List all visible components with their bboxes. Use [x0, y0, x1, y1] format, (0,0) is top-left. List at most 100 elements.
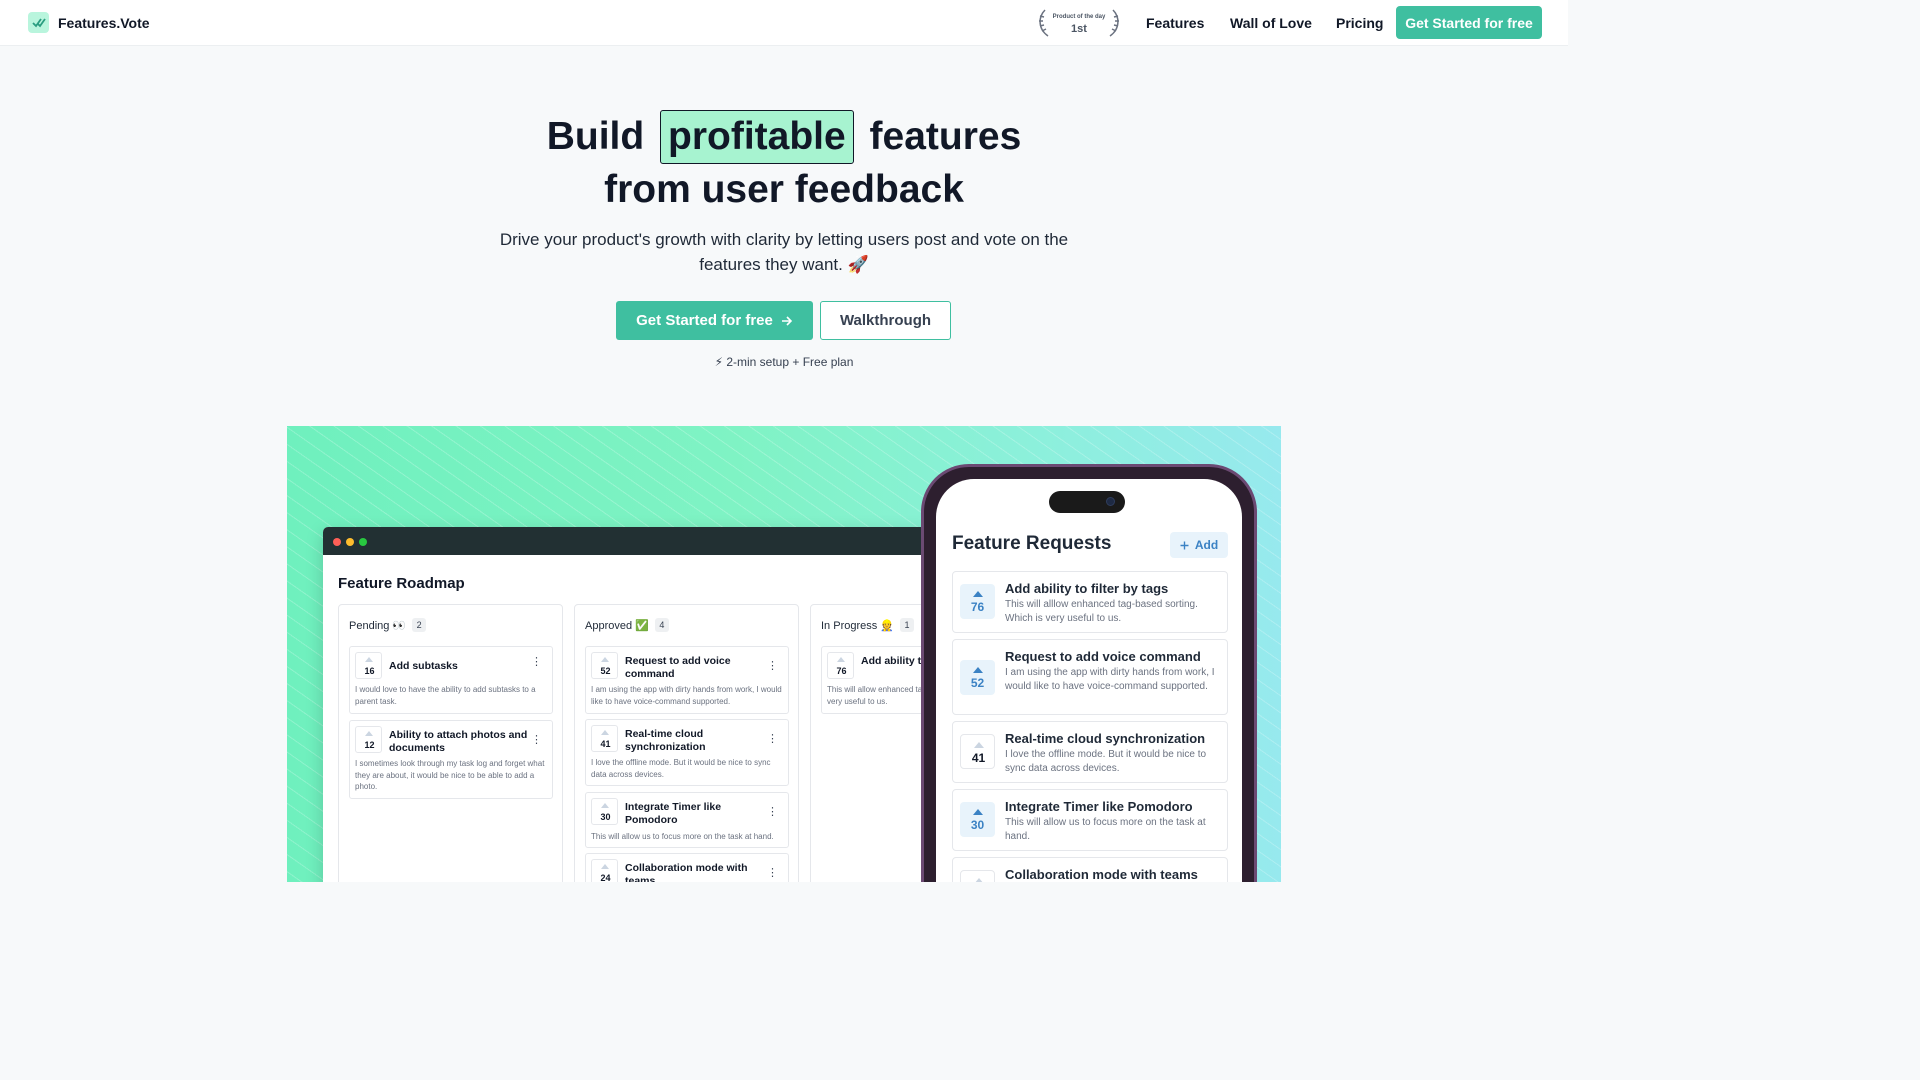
upvote-button[interactable]: 30	[591, 798, 618, 825]
window-title-bar	[323, 527, 933, 555]
brand-name: Features.Vote	[58, 14, 150, 31]
double-check-icon	[28, 12, 49, 33]
hero-title-line2: from user feedback	[604, 168, 964, 211]
column-count: 2	[412, 618, 427, 632]
upvote-button[interactable]: 41	[591, 725, 618, 752]
roadmap-card[interactable]: 16 Add subtasks ⋮ I would love to have t…	[349, 646, 553, 714]
vote-count: 52	[600, 666, 611, 676]
nav-link-pricing[interactable]: Pricing	[1336, 15, 1383, 31]
upvote-triangle-icon	[837, 657, 845, 662]
hero-title-highlight: profitable	[660, 110, 854, 164]
roadmap-window: Feature Roadmap Pending 👀 2 16 Add subta…	[323, 527, 933, 882]
feature-requests-title: Feature Requests	[952, 533, 1112, 554]
column-count: 1	[900, 618, 914, 632]
column-header: In Progress 👷 1	[821, 618, 914, 632]
upvote-button[interactable]: 76	[960, 584, 995, 619]
feature-request-card[interactable]: 24 Collaboration mode with teams	[952, 857, 1228, 882]
roadmap-card[interactable]: 41 Real-time cloud synchronization ⋮ I l…	[585, 719, 789, 786]
upvote-button[interactable]: 52	[960, 660, 995, 695]
upvote-button[interactable]: 24	[960, 870, 995, 882]
maximize-dot-icon[interactable]	[359, 538, 367, 546]
badge-rank: 1st	[1071, 23, 1087, 35]
card-description: This will allow enhanced tag-based sorti…	[827, 685, 933, 706]
kebab-menu-icon[interactable]: ⋮	[767, 807, 778, 818]
upvote-button[interactable]: 76	[827, 652, 854, 679]
card-title: Integrate Timer like Pomodoro	[625, 801, 722, 826]
feature-request-card[interactable]: 76 Add ability to filter by tags This wi…	[952, 571, 1228, 633]
feature-request-card[interactable]: 30 Integrate Timer like Pomodoro This wi…	[952, 789, 1228, 851]
kebab-menu-icon[interactable]: ⋮	[531, 735, 542, 746]
roadmap-column-pending: Pending 👀 2 16 Add subtasks ⋮ I would lo…	[338, 604, 563, 882]
request-title: Collaboration mode with teams	[1005, 867, 1198, 882]
upvote-triangle-icon	[973, 809, 983, 815]
badge-caption: Product of the day	[1052, 14, 1106, 20]
request-title: Request to add voice command	[1005, 649, 1201, 664]
roadmap-column-approved: Approved ✅ 4 52 Request to add voice com…	[574, 604, 799, 882]
kebab-menu-icon[interactable]: ⋮	[531, 657, 542, 668]
column-count: 4	[654, 618, 669, 632]
upvote-triangle-icon	[974, 878, 984, 882]
camera-icon	[1106, 497, 1115, 506]
product-showcase: Feature Roadmap Pending 👀 2 16 Add subta…	[287, 426, 1281, 882]
phone-screen: Feature Requests Add 76 Add ability to f…	[936, 479, 1242, 882]
upvote-button[interactable]: 16	[355, 652, 382, 679]
card-description: I love the offline mode. But it would be…	[591, 758, 771, 779]
upvote-button[interactable]: 52	[591, 652, 618, 679]
roadmap-title: Feature Roadmap	[338, 575, 465, 592]
upvote-triangle-icon	[601, 657, 609, 662]
card-title: Collaboration mode with teams	[625, 862, 748, 882]
upvote-button[interactable]: 12	[355, 726, 382, 753]
upvote-triangle-icon	[601, 864, 609, 869]
hero-subtitle: Drive your product's growth with clarity…	[499, 230, 1069, 274]
nav-link-wall-of-love[interactable]: Wall of Love	[1230, 15, 1312, 31]
request-title: Add ability to filter by tags	[1005, 581, 1169, 596]
hero-title-after: features	[869, 115, 1022, 158]
vote-count: 12	[364, 740, 375, 750]
upvote-button[interactable]: 24	[591, 859, 618, 882]
request-title: Real-time cloud synchronization	[1005, 731, 1206, 746]
arrow-right-icon	[781, 315, 792, 326]
card-description: I am using the app with dirty hands from…	[591, 685, 782, 706]
add-request-button[interactable]: Add	[1170, 532, 1228, 558]
request-description: This will allow us to focus more on the …	[1005, 817, 1206, 842]
card-title: Request to add voice command	[625, 655, 731, 680]
nav-get-started-button[interactable]: Get Started for free	[1396, 6, 1542, 39]
request-description: I am using the app with dirty hands from…	[1005, 667, 1215, 692]
vote-count: 41	[600, 739, 611, 749]
add-request-label: Add	[1194, 538, 1219, 552]
upvote-triangle-icon	[365, 731, 373, 736]
roadmap-card[interactable]: 76 Add ability to filter by tags This wi…	[821, 646, 933, 714]
hero-get-started-button[interactable]: Get Started for free	[616, 301, 813, 340]
roadmap-card[interactable]: 12 Ability to attach photos and document…	[349, 720, 553, 799]
minimize-dot-icon[interactable]	[346, 538, 354, 546]
kebab-menu-icon[interactable]: ⋮	[767, 868, 778, 879]
roadmap-card[interactable]: 52 Request to add voice command ⋮ I am u…	[585, 646, 789, 714]
nav-link-features[interactable]: Features	[1146, 15, 1204, 31]
column-header: Pending 👀 2	[349, 618, 427, 632]
walkthrough-button[interactable]: Walkthrough	[820, 301, 951, 340]
request-description: I love the offline mode. But it would be…	[1005, 749, 1207, 774]
brand-link[interactable]: Features.Vote	[28, 12, 150, 33]
plus-icon	[1180, 541, 1189, 549]
request-description: This will alllow enhanced tag-based sort…	[1005, 599, 1198, 624]
close-dot-icon[interactable]	[333, 538, 341, 546]
upvote-triangle-icon	[973, 667, 983, 673]
feature-request-card[interactable]: 52 Request to add voice command I am usi…	[952, 639, 1228, 715]
card-title: Real-time cloud synchronization	[625, 728, 706, 753]
upvote-button[interactable]: 30	[960, 802, 995, 837]
roadmap-card[interactable]: 24 Collaboration mode with teams ⋮	[585, 853, 789, 882]
feature-request-card[interactable]: 41 Real-time cloud synchronization I lov…	[952, 721, 1228, 783]
product-of-the-day-badge[interactable]: Product of the day 1st	[1036, 7, 1122, 39]
kebab-menu-icon[interactable]: ⋮	[767, 661, 778, 672]
upvote-triangle-icon	[973, 591, 983, 597]
vote-count: 52	[970, 676, 985, 690]
roadmap-card[interactable]: 30 Integrate Timer like Pomodoro ⋮ This …	[585, 792, 789, 848]
phone-mockup: Feature Requests Add 76 Add ability to f…	[921, 464, 1257, 882]
vote-count: 76	[970, 600, 985, 614]
upvote-button[interactable]: 41	[960, 734, 995, 769]
hero-title: Build profitable features from user feed…	[0, 110, 1568, 216]
roadmap-column-in-progress: In Progress 👷 1 76 Add ability to filter…	[810, 604, 933, 882]
card-description: This will allow us to focus more on the …	[591, 832, 774, 841]
column-name: Pending 👀	[349, 619, 407, 632]
kebab-menu-icon[interactable]: ⋮	[767, 734, 778, 745]
